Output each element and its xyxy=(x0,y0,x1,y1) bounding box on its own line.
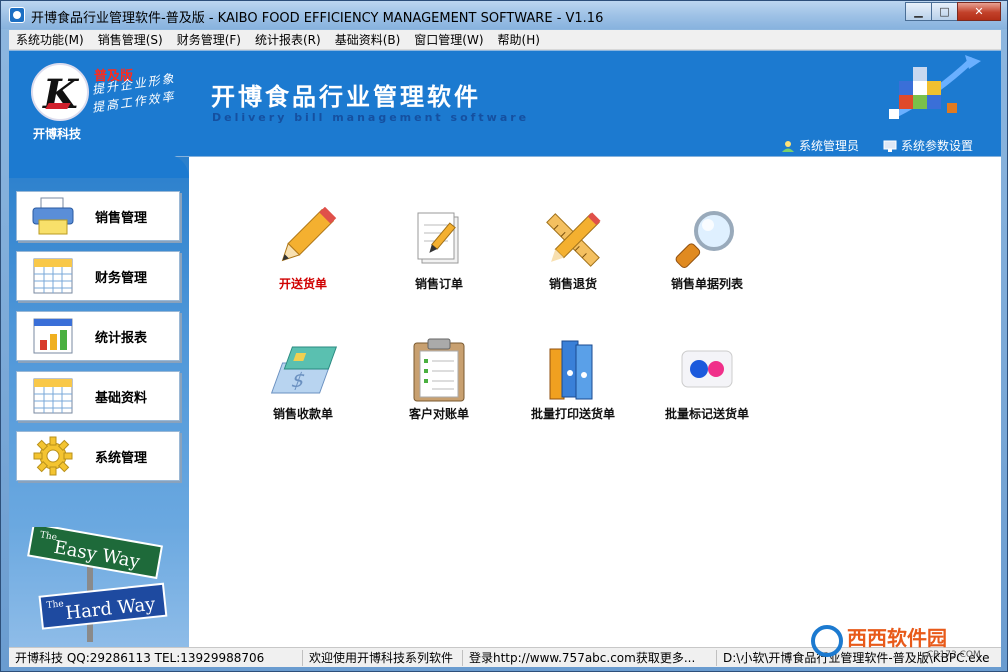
window-controls: ▁ □ ✕ xyxy=(905,2,1001,21)
status-welcome: 欢迎使用开博科技系列软件 xyxy=(303,649,463,666)
settings-link-label: 系统参数设置 xyxy=(900,139,973,153)
status-contact: 开博科技 QQ:29286113 TEL:13929988706 xyxy=(9,649,303,666)
logo-accent xyxy=(45,103,71,109)
street-sign-illustration: The Easy Way The Hard Way xyxy=(27,527,168,642)
app-window: 开博食品行业管理软件-普及版 - KAIBO FOOD EFFICIENCY M… xyxy=(0,0,1008,672)
menu-system[interactable]: 系统功能(M) xyxy=(9,31,91,48)
tile-sales-order[interactable]: 销售订单 xyxy=(379,207,499,292)
document-pencil-icon xyxy=(404,207,474,273)
menu-bar: 系统功能(M) 销售管理(S) 财务管理(F) 统计报表(R) 基础资料(B) … xyxy=(9,30,1001,50)
menu-window[interactable]: 窗口管理(W) xyxy=(407,31,490,48)
tile-label: 销售退货 xyxy=(548,277,597,291)
main-workspace: 开送货单 销售订单 销售退货 销售单据列表 $ 销售收款单 客户对账单 批量打印… xyxy=(189,157,1001,647)
maximize-button[interactable]: □ xyxy=(931,2,958,21)
watermark-text: 西西软件园 xyxy=(847,626,947,650)
nav-finance-management[interactable]: 财务管理 xyxy=(16,251,180,301)
tile-sales-document-list[interactable]: 销售单据列表 xyxy=(647,207,767,292)
window-title: 开博食品行业管理软件-普及版 - KAIBO FOOD EFFICIENCY M… xyxy=(31,11,604,26)
nav-label: 财务管理 xyxy=(95,270,148,286)
menu-finance[interactable]: 财务管理(F) xyxy=(170,31,248,48)
binders-icon xyxy=(538,337,608,403)
nav-top-curve xyxy=(9,154,189,178)
nav-label: 基础资料 xyxy=(95,390,148,406)
settings-link[interactable]: 系统参数设置 xyxy=(883,137,973,154)
header-links: 系统管理员 系统参数设置 xyxy=(757,137,973,154)
clipboard-icon xyxy=(404,337,474,403)
gear-icon xyxy=(31,436,75,476)
cube-illustration-icon xyxy=(889,55,981,119)
tile-batch-mark-delivery-notes[interactable]: 批量标记送货单 xyxy=(647,337,767,422)
header-banner: K 普及版 提升企业形象 提高工作效率 开博科技 开博食品行业管理软件 Deli… xyxy=(9,51,1001,156)
close-button[interactable]: ✕ xyxy=(957,2,1001,21)
dots-icon xyxy=(672,337,742,403)
left-navigation: 销售管理 财务管理 统计报表 基础资料 系统管理 The Easy Way Th… xyxy=(9,154,189,647)
menu-reports[interactable]: 统计报表(R) xyxy=(248,31,328,48)
minimize-button[interactable]: ▁ xyxy=(905,2,932,21)
user-link[interactable]: 系统管理员 xyxy=(781,137,859,154)
tile-label: 销售收款单 xyxy=(272,407,333,421)
tile-batch-print-delivery-notes[interactable]: 批量打印送货单 xyxy=(513,337,633,422)
watermark-sub: CR173.COM xyxy=(927,650,981,660)
tile-label: 批量打印送货单 xyxy=(530,407,615,421)
title-bar[interactable]: 开博食品行业管理软件-普及版 - KAIBO FOOD EFFICIENCY M… xyxy=(1,1,1007,29)
nav-basic-data[interactable]: 基础资料 xyxy=(16,371,180,421)
bar-chart-icon xyxy=(31,316,75,356)
magnifier-icon xyxy=(672,207,742,273)
tile-sales-return[interactable]: 销售退货 xyxy=(513,207,633,292)
pencil-icon xyxy=(268,207,338,273)
tile-label: 批量标记送货单 xyxy=(664,407,749,421)
tile-customer-statement[interactable]: 客户对账单 xyxy=(379,337,499,422)
tile-label: 客户对账单 xyxy=(408,407,469,421)
tile-label: 开送货单 xyxy=(278,277,327,291)
menu-help[interactable]: 帮助(H) xyxy=(491,31,547,48)
tile-label: 销售单据列表 xyxy=(670,277,743,291)
sign-bottom-prefix: The xyxy=(46,599,64,611)
calendar-icon xyxy=(31,256,75,296)
nav-statistics-reports[interactable]: 统计报表 xyxy=(16,311,180,361)
calendar-icon xyxy=(31,376,75,416)
status-website: 登录http://www.757abc.com获取更多... xyxy=(463,649,717,666)
printer-icon xyxy=(31,196,75,236)
nav-sales-management[interactable]: 销售管理 xyxy=(16,191,180,241)
tile-create-delivery-note[interactable]: 开送货单 xyxy=(243,207,363,292)
company-logo: K xyxy=(31,63,89,121)
app-icon[interactable] xyxy=(9,7,25,23)
tile-sales-receipt[interactable]: $ 销售收款单 xyxy=(243,337,363,422)
nav-system-management[interactable]: 系统管理 xyxy=(16,431,180,481)
menu-basic-data[interactable]: 基础资料(B) xyxy=(328,31,408,48)
tile-label: 销售订单 xyxy=(414,277,463,291)
app-title: 开博食品行业管理软件 xyxy=(211,83,481,111)
nav-label: 统计报表 xyxy=(95,330,148,346)
user-link-label: 系统管理员 xyxy=(798,139,859,153)
site-watermark: 西西软件园 CR173.COM xyxy=(811,625,981,660)
menu-sales[interactable]: 销售管理(S) xyxy=(91,31,170,48)
nav-label: 销售管理 xyxy=(95,210,148,226)
ruler-pencil-icon xyxy=(538,207,608,273)
user-icon xyxy=(781,140,794,152)
logo-letter: K xyxy=(43,71,78,118)
payment-card-icon: $ xyxy=(268,337,338,403)
app-subtitle: Delivery bill management software xyxy=(212,111,530,124)
company-name: 开博科技 xyxy=(33,127,82,141)
nav-label: 系统管理 xyxy=(95,450,148,466)
monitor-icon xyxy=(883,140,897,152)
